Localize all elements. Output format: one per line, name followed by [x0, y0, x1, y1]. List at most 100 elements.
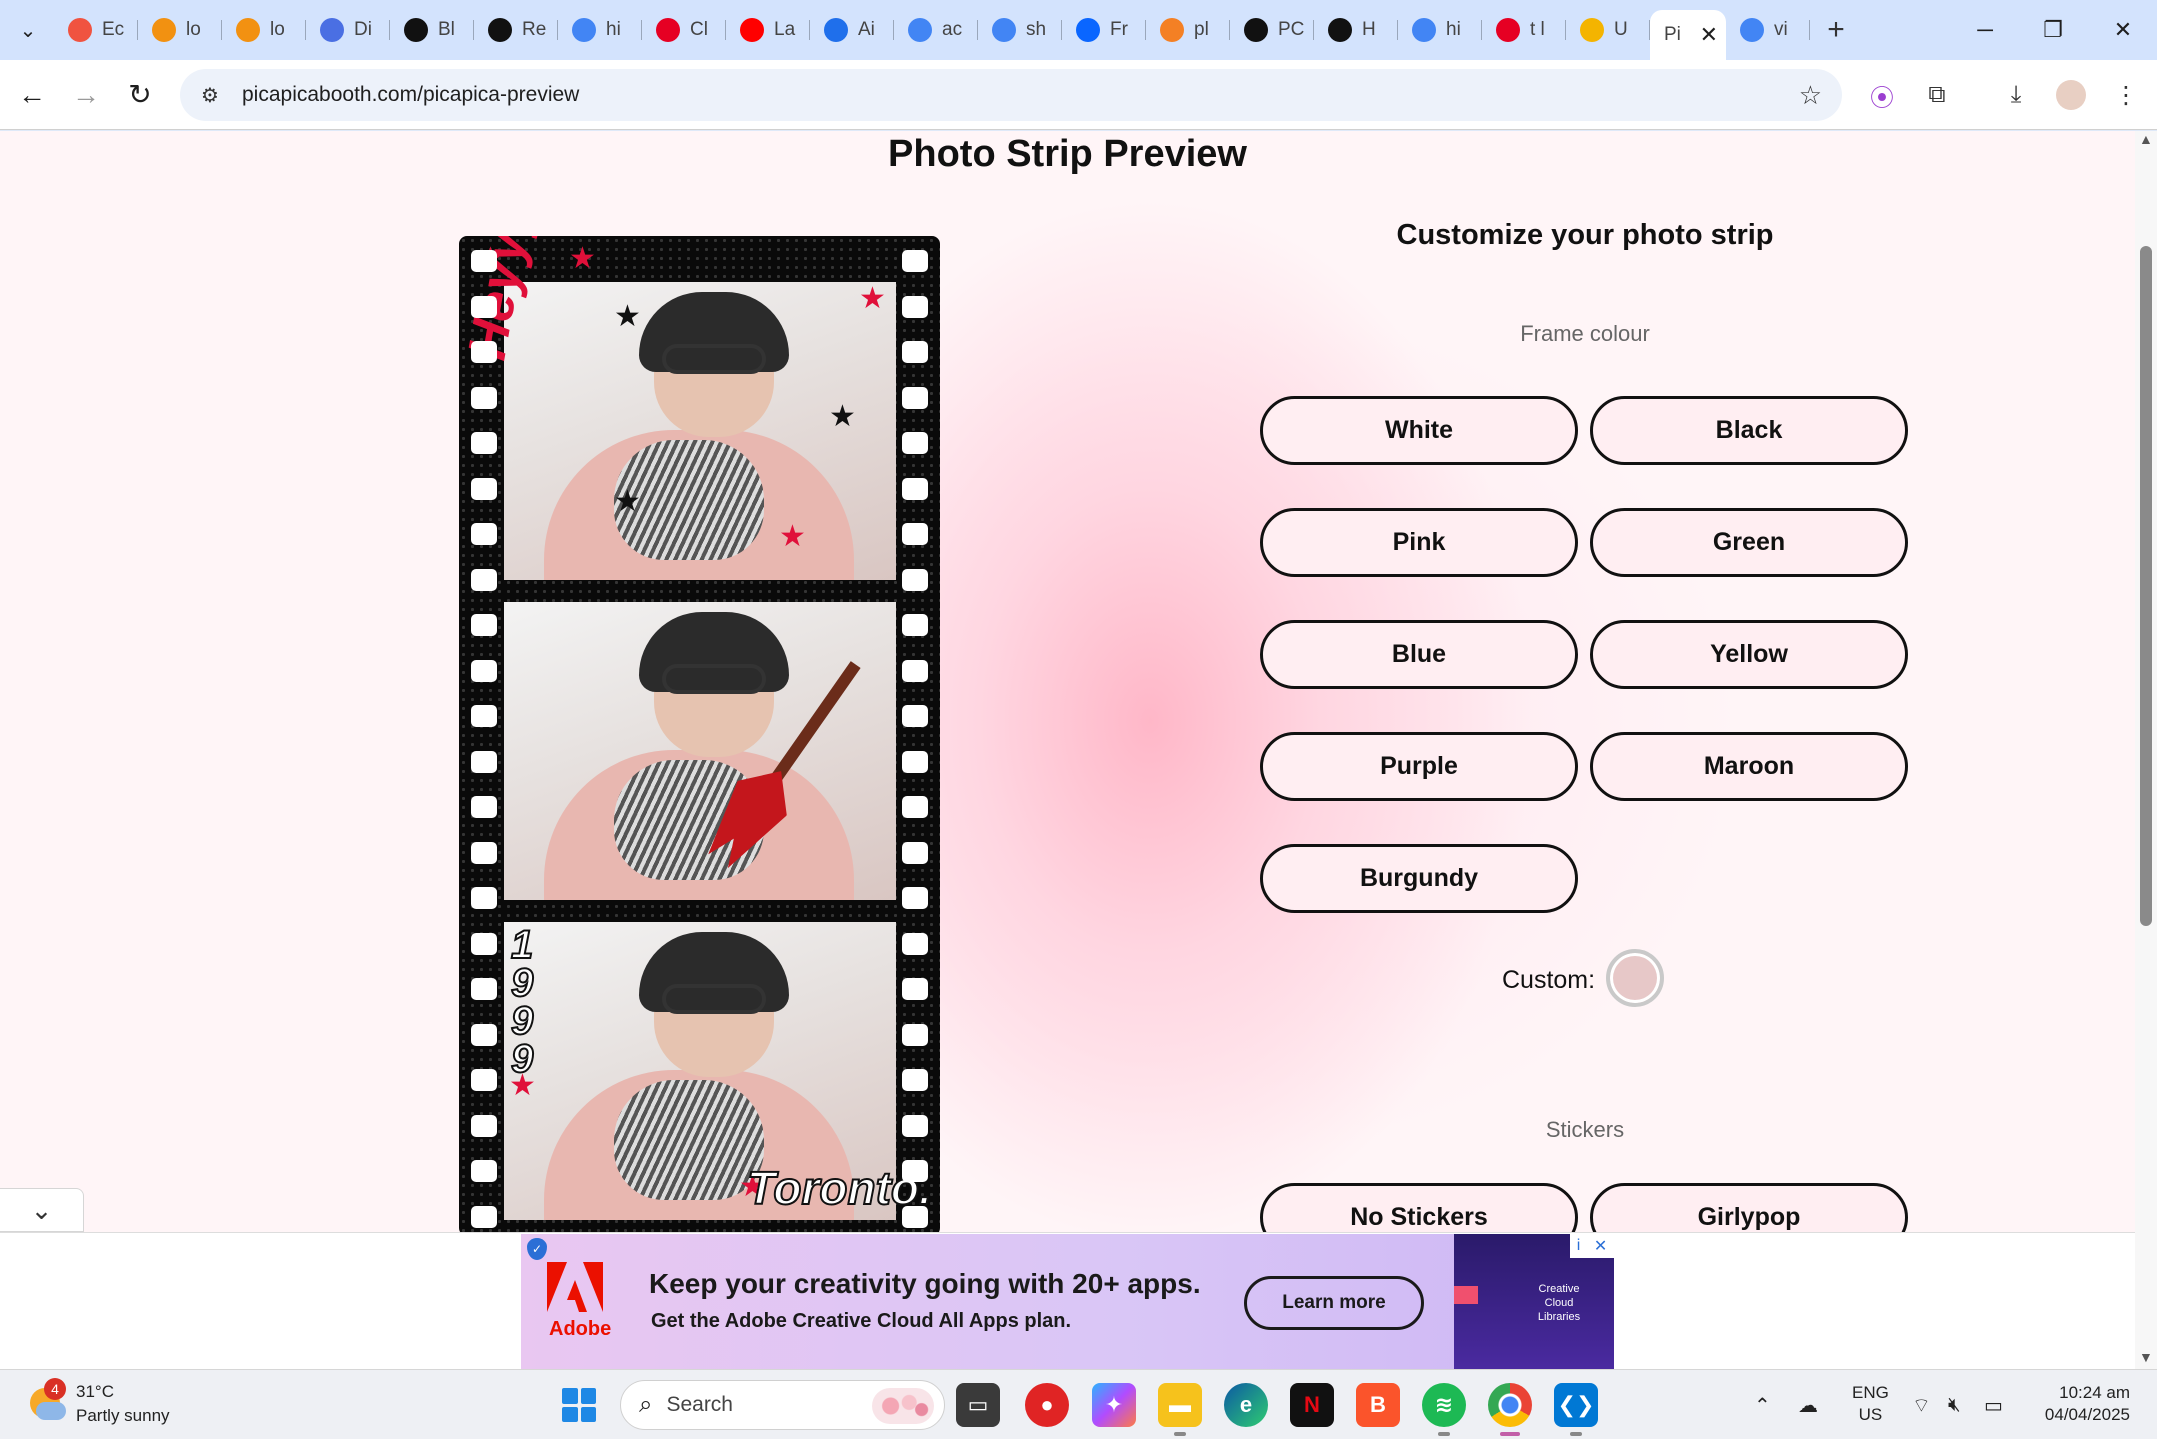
brave-icon[interactable]: B — [1356, 1383, 1400, 1427]
frame-colour-blue-button[interactable]: Blue — [1260, 620, 1578, 689]
reload-button[interactable]: ↻ — [118, 73, 162, 117]
film-sprocket-hole — [902, 477, 928, 500]
browser-tab[interactable]: Ec — [54, 8, 138, 52]
extensions-icon[interactable]: ⧉ — [1915, 73, 1959, 117]
onedrive-icon[interactable]: ☁ — [1798, 1370, 1818, 1439]
film-sprocket-hole — [902, 386, 928, 409]
wifi-icon[interactable]: ⌔ — [1912, 1370, 1931, 1439]
scrollbar-thumb[interactable] — [2140, 246, 2152, 926]
browser-tab[interactable]: hi — [1398, 8, 1482, 52]
browser-tab[interactable]: Bl — [390, 8, 474, 52]
github-icon — [1244, 18, 1268, 42]
phpmyadmin-icon — [152, 18, 176, 42]
weather-widget[interactable]: 4 31°C Partly sunny — [26, 1378, 170, 1428]
film-sprocket-hole — [902, 614, 928, 636]
cast-icon[interactable]: ⦿ — [1860, 73, 1904, 117]
chrome-icon[interactable] — [1488, 1383, 1532, 1436]
browser-tab[interactable]: hi — [558, 8, 642, 52]
sticker-option-no-stickers-button[interactable]: No Stickers — [1260, 1183, 1578, 1232]
new-tab-button[interactable]: + — [1816, 10, 1856, 50]
input-language[interactable]: ENG US — [1852, 1382, 1889, 1426]
scroll-down-icon[interactable]: ▼ — [2139, 1349, 2153, 1365]
tab-active[interactable]: Pi ✕ — [1650, 10, 1726, 60]
browser-tab[interactable]: vi — [1726, 8, 1810, 52]
ad-tile-text: Creative Cloud Libraries — [1537, 1283, 1581, 1323]
tab-list: Ec lo lo Di Bl Re hi Cl La Ai ac sh Fr pl PC Hhi t l U Pi ✕… — [54, 0, 1810, 60]
url-text[interactable]: picapicabooth.com/picapica-preview — [242, 83, 579, 107]
address-bar[interactable]: ⚙ picapicabooth.com/picapica-preview ☆ — [180, 69, 1842, 121]
download-icon[interactable]: ⤓ — [1994, 73, 2038, 117]
file-explorer-icon[interactable]: ▬ — [1158, 1383, 1202, 1436]
film-sprocket-hole — [902, 1160, 928, 1182]
star-sticker: ★ — [614, 485, 641, 518]
frame-colour-maroon-button[interactable]: Maroon — [1590, 732, 1908, 801]
battery-icon[interactable]: ▭ — [1984, 1370, 2003, 1439]
pinterest-icon — [1496, 18, 1520, 42]
frame-colour-white-button[interactable]: White — [1260, 396, 1578, 465]
custom-colour-picker[interactable] — [1606, 949, 1664, 1007]
browser-tab[interactable]: Re — [474, 8, 558, 52]
restore-button[interactable]: ❐ — [2019, 0, 2087, 60]
browser-tab[interactable]: Cl — [642, 8, 726, 52]
openai-icon — [488, 18, 512, 42]
show-hidden-icons-icon[interactable]: ⌃ — [1754, 1370, 1771, 1439]
tab-close-icon[interactable]: ✕ — [1700, 22, 1718, 48]
page-title: Photo Strip Preview — [888, 133, 1247, 175]
bl-icon — [404, 18, 428, 42]
photo-strip: ★ ★ ★ ★ ★ ★ Heyyy Toronto ★ ★ 1999 ★ Tor… — [459, 236, 940, 1232]
frame-colour-purple-button[interactable]: Purple — [1260, 732, 1578, 801]
ad-close-icon[interactable]: ✕ — [1594, 1236, 1607, 1256]
browser-tab[interactable]: ac — [894, 8, 978, 52]
back-button[interactable]: ← — [10, 73, 54, 117]
weather-description: Partly sunny — [76, 1406, 170, 1425]
profile-avatar[interactable] — [2049, 73, 2093, 117]
close-window-button[interactable]: ✕ — [2089, 0, 2157, 60]
bookmark-star-icon[interactable]: ☆ — [1799, 80, 1822, 111]
netflix-icon[interactable]: N — [1290, 1383, 1334, 1427]
frame-colour-pink-button[interactable]: Pink — [1260, 508, 1578, 577]
browser-menu-icon[interactable]: ⋮ — [2104, 73, 2148, 117]
system-clock[interactable]: 10:24 am 04/04/2025 — [2034, 1382, 2130, 1426]
star-sticker: ★ — [859, 282, 886, 315]
browser-tab[interactable]: Fr — [1062, 8, 1146, 52]
browser-tab[interactable]: lo — [138, 8, 222, 52]
site-info-icon[interactable]: ⚙ — [190, 75, 230, 115]
collapse-toggle-button[interactable]: ⌄ — [0, 1188, 84, 1232]
browser-tab[interactable]: t l — [1482, 8, 1566, 52]
film-sprocket-hole — [471, 614, 497, 636]
tab-search-button[interactable]: ⌄ — [8, 10, 48, 50]
adobe-ad-banner[interactable]: ✓ Adobe Keep your creativity going with … — [521, 1234, 1614, 1369]
learn-more-button[interactable]: Learn more — [1244, 1276, 1424, 1330]
ad-headline: Keep your creativity going with 20+ apps… — [649, 1268, 1201, 1299]
browser-tab[interactable]: PC — [1230, 8, 1314, 52]
copilot-icon[interactable]: ✦ — [1092, 1383, 1136, 1427]
record-app-icon[interactable]: ● — [1025, 1383, 1069, 1427]
browser-tab[interactable]: pl — [1146, 8, 1230, 52]
task-view-icon[interactable]: ▭ — [956, 1383, 1000, 1427]
edge-icon[interactable]: e — [1224, 1383, 1268, 1427]
scroll-up-icon[interactable]: ▲ — [2139, 131, 2153, 147]
browser-tab[interactable]: Di — [306, 8, 390, 52]
sticker-option-girlypop-button[interactable]: Girlypop — [1590, 1183, 1908, 1232]
speaker-muted-icon[interactable]: 🔇︎ — [1948, 1370, 1961, 1439]
frame-colour-black-button[interactable]: Black — [1590, 396, 1908, 465]
vscode-icon[interactable]: ❮❯ — [1554, 1383, 1598, 1436]
stackoverflow-icon — [1160, 18, 1184, 42]
browser-tab[interactable]: H — [1314, 8, 1398, 52]
browser-tab[interactable]: lo — [222, 8, 306, 52]
frame-colour-burgundy-button[interactable]: Burgundy — [1260, 844, 1578, 913]
frame-colour-yellow-button[interactable]: Yellow — [1590, 620, 1908, 689]
forward-button[interactable]: → — [64, 73, 108, 117]
adchoices-icon[interactable]: i — [1577, 1237, 1581, 1255]
minimize-button[interactable]: ─ — [1951, 0, 2019, 60]
browser-tab[interactable]: sh — [978, 8, 1062, 52]
graduation-cap-icon — [1580, 18, 1604, 42]
taskbar-search-box[interactable]: ⌕ Search — [620, 1380, 945, 1430]
spotify-icon[interactable]: ≋ — [1422, 1383, 1466, 1436]
frame-colour-green-button[interactable]: Green — [1590, 508, 1908, 577]
browser-tab[interactable]: La — [726, 8, 810, 52]
browser-tab[interactable]: U — [1566, 8, 1650, 52]
page-scrollbar[interactable]: ▲ ▼ — [2135, 131, 2157, 1369]
start-button[interactable] — [562, 1388, 596, 1422]
browser-tab[interactable]: Ai — [810, 8, 894, 52]
